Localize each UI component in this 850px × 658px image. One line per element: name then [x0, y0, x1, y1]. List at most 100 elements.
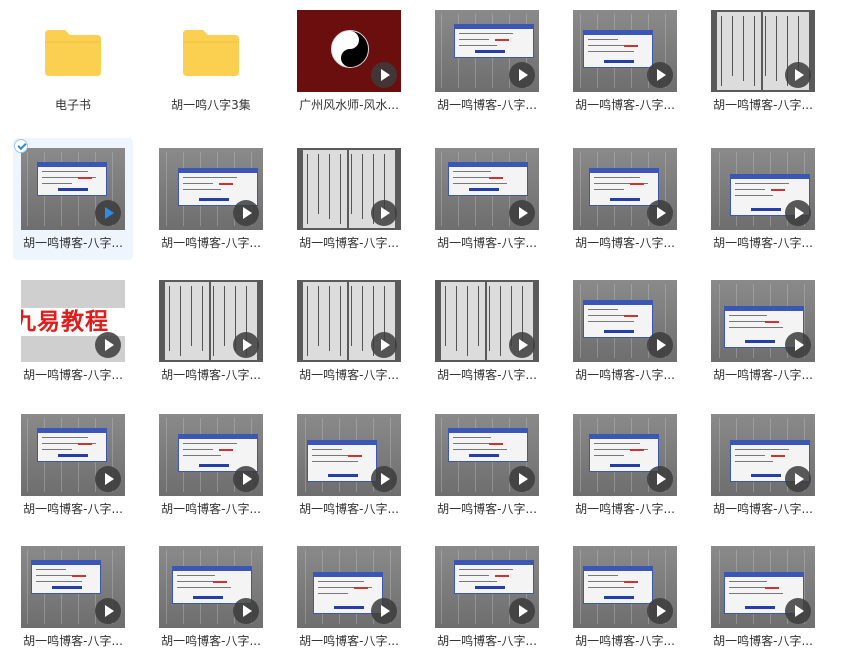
play-icon[interactable]	[371, 466, 397, 492]
text-column	[478, 286, 479, 346]
dialog-text-line	[594, 443, 640, 444]
play-icon[interactable]	[509, 200, 535, 226]
dialog-window	[589, 168, 659, 206]
file-name-label: 胡一鸣博客-八字...	[575, 502, 675, 516]
video-file-item[interactable]: 胡一鸣博客-八字...	[151, 404, 271, 526]
dialog-text-line	[453, 449, 507, 450]
video-file-item[interactable]: 胡一鸣博客-八字...	[703, 270, 823, 392]
play-icon[interactable]	[647, 598, 673, 624]
dialog-text-line	[588, 51, 634, 52]
play-icon[interactable]	[371, 332, 397, 358]
play-icon[interactable]	[509, 62, 535, 88]
toolbar-strip	[475, 50, 505, 53]
play-icon[interactable]	[233, 332, 259, 358]
video-file-item[interactable]: 胡一鸣博客-八字...	[427, 536, 547, 658]
video-file-item[interactable]: 胡一鸣博客-八字...	[427, 270, 547, 392]
video-file-item[interactable]: 胡一鸣博客-八字...	[703, 536, 823, 658]
video-file-item[interactable]: 胡一鸣博客-八字...	[565, 270, 685, 392]
video-file-item[interactable]: 胡一鸣博客-八字...	[13, 138, 133, 260]
text-column	[441, 14, 442, 88]
play-icon[interactable]	[509, 598, 535, 624]
highlight-text	[219, 183, 233, 185]
video-thumbnail	[435, 414, 539, 496]
play-icon[interactable]	[95, 332, 121, 358]
text-column	[743, 16, 744, 81]
play-icon[interactable]	[785, 598, 811, 624]
folder-item[interactable]: 胡一鸣八字3集	[151, 0, 271, 122]
video-file-item[interactable]: 胡一鸣博客-八字...	[565, 536, 685, 658]
play-icon[interactable]	[785, 200, 811, 226]
play-icon[interactable]	[647, 200, 673, 226]
checkbox-icon[interactable]	[14, 139, 28, 153]
play-icon[interactable]	[509, 466, 535, 492]
play-icon[interactable]	[785, 466, 811, 492]
play-icon[interactable]	[371, 200, 397, 226]
play-icon[interactable]	[95, 598, 121, 624]
dialog-text-line	[36, 581, 82, 582]
dialog-text-line	[36, 569, 66, 570]
text-column	[166, 550, 167, 624]
text-column	[166, 152, 167, 226]
video-file-item[interactable]: 胡一鸣博客-八字...	[703, 404, 823, 526]
play-icon[interactable]	[95, 200, 121, 226]
video-file-item[interactable]: 胡一鸣博客-八字...	[427, 138, 547, 260]
play-icon[interactable]	[233, 200, 259, 226]
highlight-text	[630, 449, 644, 451]
video-file-item[interactable]: 胡一鸣博客-八字...	[565, 404, 685, 526]
text-column	[27, 418, 28, 492]
video-file-item[interactable]: 广州风水师-风水...	[289, 0, 409, 122]
text-column	[27, 152, 28, 226]
play-icon[interactable]	[647, 466, 673, 492]
play-icon[interactable]	[371, 62, 397, 88]
video-thumbnail	[711, 148, 815, 230]
play-icon[interactable]	[371, 598, 397, 624]
video-file-item[interactable]: 胡一鸣博客-八字...	[13, 536, 133, 658]
video-file-item[interactable]: 胡一鸣博客-八字...	[427, 0, 547, 122]
video-thumbnail	[21, 414, 125, 496]
toolbar-strip	[199, 464, 229, 467]
folder-item[interactable]: 电子书	[13, 0, 133, 122]
play-icon[interactable]	[95, 466, 121, 492]
dialog-titlebar	[173, 567, 251, 571]
video-file-item[interactable]: 胡一鸣博客-八字...	[151, 536, 271, 658]
video-thumbnail	[435, 10, 539, 92]
video-file-item[interactable]: 胡一鸣博客-八字...	[13, 404, 133, 526]
file-name-label: 胡一鸣博客-八字...	[299, 236, 399, 250]
play-icon[interactable]	[785, 332, 811, 358]
text-column	[776, 16, 777, 81]
video-file-item[interactable]: 胡一鸣博客-八字...	[151, 270, 271, 392]
dialog-titlebar	[179, 435, 257, 439]
play-icon[interactable]	[647, 62, 673, 88]
toolbar-strip	[469, 188, 499, 191]
video-file-item[interactable]: 胡一鸣博客-八字...	[703, 138, 823, 260]
dialog-text-line	[588, 315, 626, 316]
text-column	[340, 286, 341, 356]
dialog-text-line	[588, 587, 634, 588]
video-thumbnail	[159, 148, 263, 230]
dialog-text-line	[735, 195, 773, 196]
folder-shape	[183, 30, 239, 76]
video-thumbnail	[297, 546, 401, 628]
video-thumbnail	[21, 546, 125, 628]
file-name-label: 胡一鸣博客-八字...	[713, 634, 813, 648]
highlight-text	[630, 183, 644, 185]
play-icon[interactable]	[509, 332, 535, 358]
video-file-item[interactable]: 九易教程 胡一鸣博客-八字...	[13, 270, 133, 392]
play-icon[interactable]	[785, 62, 811, 88]
video-file-item[interactable]: 胡一鸣博客-八字...	[289, 138, 409, 260]
video-file-item[interactable]: 胡一鸣博客-八字...	[289, 404, 409, 526]
video-file-item[interactable]: 胡一鸣博客-八字...	[289, 536, 409, 658]
video-file-item[interactable]: 胡一鸣博客-八字...	[289, 270, 409, 392]
toolbar-strip	[199, 198, 229, 201]
folder-shape	[45, 30, 101, 76]
video-file-item[interactable]: 胡一鸣博客-八字...	[565, 138, 685, 260]
play-icon[interactable]	[233, 598, 259, 624]
video-file-item[interactable]: 胡一鸣博客-八字...	[427, 404, 547, 526]
play-icon[interactable]	[233, 466, 259, 492]
dialog-text-line	[729, 593, 783, 594]
video-file-item[interactable]: 胡一鸣博客-八字...	[565, 0, 685, 122]
play-icon[interactable]	[647, 332, 673, 358]
video-file-item[interactable]: 胡一鸣博客-八字...	[703, 0, 823, 122]
video-file-item[interactable]: 胡一鸣博客-八字...	[151, 138, 271, 260]
video-thumbnail	[435, 148, 539, 230]
